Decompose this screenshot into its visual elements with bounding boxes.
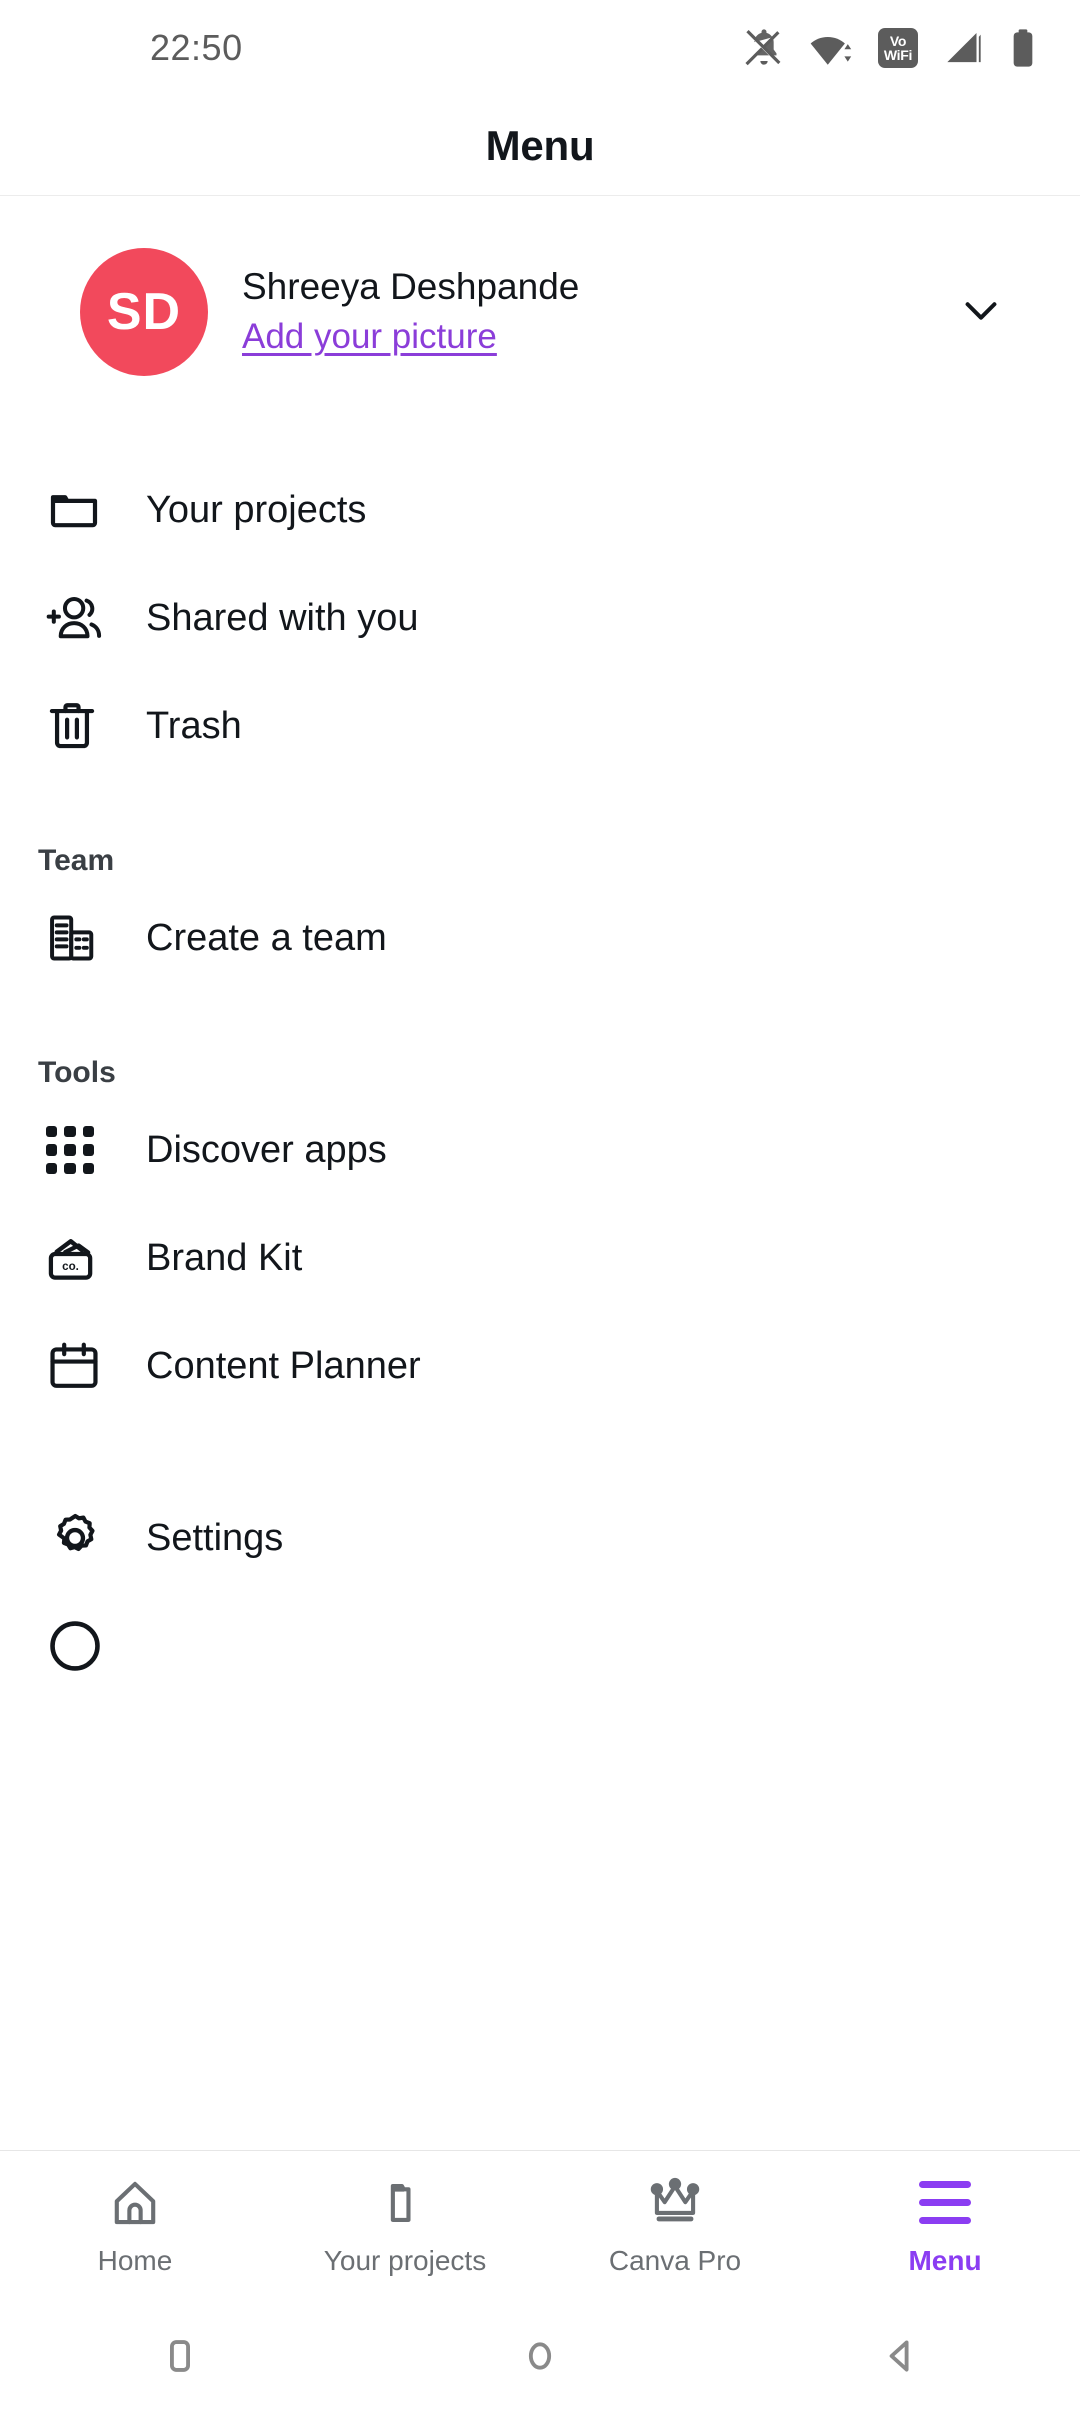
avatar: SD (80, 248, 208, 376)
menu-item-discover-apps[interactable]: Discover apps (0, 1096, 1080, 1204)
recents-button[interactable] (0, 2334, 360, 2378)
menu-item-label: Brand Kit (146, 1236, 303, 1279)
status-icon-group: Vo WiFi (744, 28, 1036, 68)
help-circle-icon (46, 1617, 112, 1675)
profile-name: Shreeya Deshpande (242, 266, 580, 308)
back-button[interactable] (720, 2334, 1080, 2378)
android-navigation-bar (0, 2300, 1080, 2412)
nav-item-home[interactable]: Home (0, 2151, 270, 2300)
menu-item-settings[interactable]: Settings (0, 1484, 1080, 1592)
menu-item-partial[interactable] (0, 1592, 1080, 1700)
status-time: 22:50 (150, 27, 243, 68)
menu-item-label: Content Planner (146, 1344, 421, 1387)
triangle-left-icon (878, 2334, 922, 2378)
menu-item-label: Settings (146, 1516, 284, 1559)
page-header: Menu (0, 96, 1080, 196)
menu-scroll-area[interactable]: SD Shreeya Deshpande Add your picture Yo… (0, 196, 1080, 2150)
svg-text:co.: co. (62, 1260, 79, 1273)
section-header-tools: Tools (38, 1056, 116, 1089)
add-person-icon (46, 590, 112, 646)
nav-item-label: Menu (908, 2244, 982, 2276)
menu-list: Your projects Shared with you Trash Team… (0, 416, 1080, 1700)
vowifi-icon: Vo WiFi (878, 28, 918, 68)
nav-item-label: Your projects (323, 2244, 487, 2276)
app-screen: 22:50 Vo WiFi Menu SD Shreeya Deshpande … (0, 0, 1080, 2412)
menu-item-label: Your projects (146, 488, 367, 531)
menu-item-create-a-team[interactable]: Create a team (0, 884, 1080, 992)
menu-item-label: Shared with you (146, 596, 419, 639)
nav-item-your-projects[interactable]: Your projects (270, 2151, 540, 2300)
folder-icon (379, 2175, 431, 2231)
profile-row[interactable]: SD Shreeya Deshpande Add your picture (0, 196, 1080, 416)
home-icon (109, 2175, 161, 2231)
profile-expand-button[interactable] (958, 287, 1036, 338)
menu-item-label: Discover apps (146, 1128, 387, 1171)
folder-icon (46, 482, 112, 538)
circle-icon (518, 2334, 562, 2378)
menu-item-label: Create a team (146, 916, 387, 959)
wifi-icon (810, 28, 852, 68)
battery-icon (1010, 28, 1036, 68)
profile-text-group: Shreeya Deshpande Add your picture (242, 267, 579, 356)
status-bar: 22:50 Vo WiFi (0, 0, 1080, 96)
nav-item-canva-pro[interactable]: Canva Pro (540, 2151, 810, 2300)
signal-icon (944, 28, 984, 68)
menu-item-shared-with-you[interactable]: Shared with you (0, 564, 1080, 672)
nav-item-label: Canva Pro (608, 2244, 742, 2276)
menu-item-your-projects[interactable]: Your projects (0, 456, 1080, 564)
menu-item-label: Trash (146, 704, 242, 747)
apps-grid-icon (46, 1126, 112, 1174)
nav-item-menu[interactable]: Menu (810, 2151, 1080, 2300)
calendar-icon (46, 1338, 112, 1394)
hamburger-lines (919, 2181, 971, 2224)
nav-item-label: Home (97, 2244, 173, 2276)
chevron-down-icon (958, 287, 1004, 338)
bottom-navigation: Home Your projects Canva Pro Menu (0, 2150, 1080, 2300)
menu-item-brand-kit[interactable]: co. Brand Kit (0, 1204, 1080, 1312)
section-header-team: Team (38, 844, 115, 877)
gear-icon (46, 1509, 112, 1567)
page-title: Menu (485, 121, 595, 169)
menu-item-content-planner[interactable]: Content Planner (0, 1312, 1080, 1420)
hamburger-icon (919, 2175, 971, 2231)
notifications-off-icon (744, 28, 784, 68)
apps-grid-dots (46, 1126, 94, 1174)
brand-card-icon: co. (46, 1230, 112, 1286)
crown-icon (647, 2175, 703, 2231)
square-icon (158, 2334, 202, 2378)
trash-icon (46, 698, 112, 754)
menu-item-trash[interactable]: Trash (0, 672, 1080, 780)
home-button[interactable] (360, 2334, 720, 2378)
building-icon (46, 910, 112, 966)
add-picture-link[interactable]: Add your picture (242, 318, 579, 357)
